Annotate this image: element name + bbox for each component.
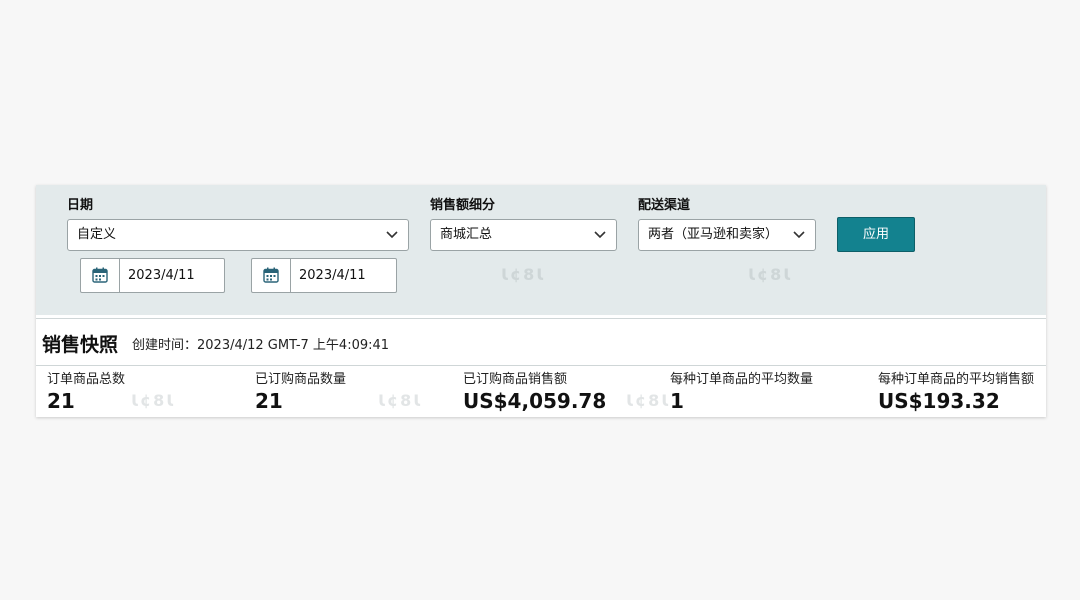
channel-label: 配送渠道 [638, 198, 691, 213]
date-range-select[interactable]: 自定义 [67, 219, 409, 251]
metric-value: 21 [47, 389, 75, 413]
calendar-button[interactable] [81, 259, 120, 292]
start-date-input[interactable]: 2023/4/11 [80, 258, 225, 293]
metric-avg-units-per-item: 每种订单商品的平均数量 1 [670, 371, 870, 414]
metric-label: 订单商品总数 [47, 372, 126, 387]
metric-value: US$4,059.78 [463, 389, 607, 413]
metric-total-order-items: 订单商品总数 21 [47, 371, 247, 414]
sales-breakdown-select[interactable]: 商城汇总 [430, 219, 617, 251]
calendar-button[interactable] [252, 259, 291, 292]
sales-breakdown-value: 商城汇总 [440, 227, 493, 242]
snapshot-created-time: 创建时间：2023/4/12 GMT-7 上午4:09:41 [132, 338, 390, 353]
metric-label: 已订购商品销售额 [463, 372, 568, 387]
metric-units-ordered: 已订购商品数量 21 [255, 371, 455, 414]
sales-breakdown-label: 销售额细分 [430, 198, 496, 213]
metric-value: US$193.32 [878, 389, 1000, 413]
chevron-down-icon [594, 231, 606, 239]
metric-ordered-product-sales: 已订购商品销售额 US$4,059.78 [463, 371, 663, 414]
filter-bar: 日期 自定义 2023/4/11 2023/4/11 销售额细分 商城汇总 配送… [36, 185, 1046, 315]
date-range-value: 自定义 [77, 227, 117, 242]
end-date-input[interactable]: 2023/4/11 [251, 258, 397, 293]
metric-value: 1 [670, 389, 684, 413]
metric-label: 每种订单商品的平均销售额 [878, 372, 1035, 387]
metric-value: 21 [255, 389, 283, 413]
snapshot-title: 销售快照 [42, 334, 119, 356]
metric-avg-sales-per-item: 每种订单商品的平均销售额 US$193.32 [878, 371, 1078, 414]
calendar-icon [92, 267, 108, 283]
metric-label: 已订购商品数量 [255, 372, 347, 387]
date-filter-label: 日期 [67, 198, 94, 213]
calendar-icon [263, 267, 279, 283]
start-date-value: 2023/4/11 [128, 268, 195, 283]
snapshot-header: 销售快照 创建时间：2023/4/12 GMT-7 上午4:09:41 [36, 318, 1046, 366]
metric-label: 每种订单商品的平均数量 [670, 372, 814, 387]
sales-dashboard-panel: 日期 自定义 2023/4/11 2023/4/11 销售额细分 商城汇总 配送… [36, 185, 1046, 417]
apply-button[interactable]: 应用 [837, 217, 915, 252]
channel-select[interactable]: 两者（亚马逊和卖家） [638, 219, 816, 251]
end-date-value: 2023/4/11 [299, 268, 366, 283]
chevron-down-icon [386, 231, 398, 239]
chevron-down-icon [793, 231, 805, 239]
channel-value: 两者（亚马逊和卖家） [648, 227, 779, 242]
